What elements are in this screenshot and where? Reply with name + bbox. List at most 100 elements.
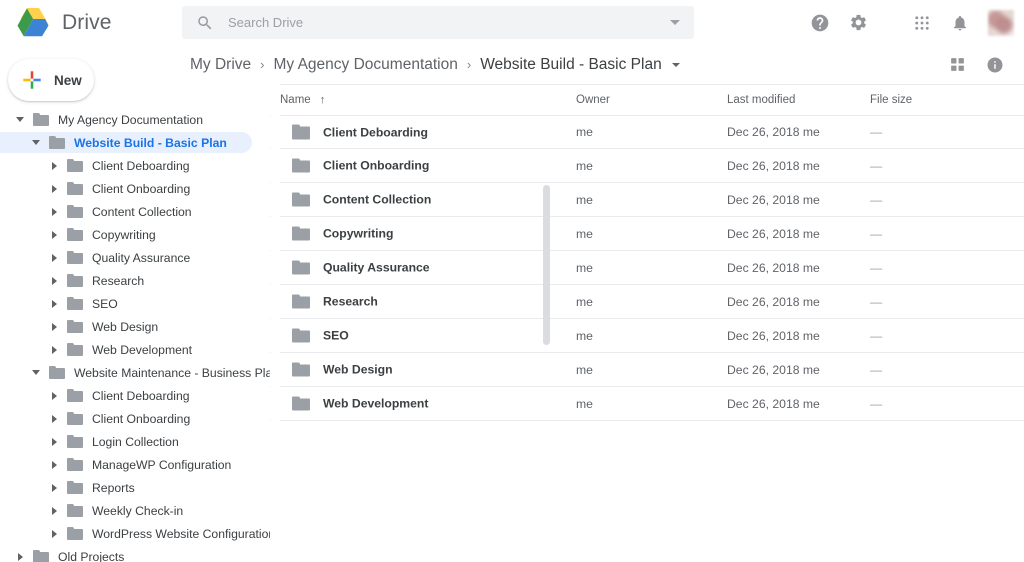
breadcrumb-item-my-agency-documentation[interactable]: My Agency Documentation	[273, 56, 457, 74]
sidebar-tree-item[interactable]: Web Development	[0, 338, 270, 361]
chevron-right-icon[interactable]	[48, 183, 60, 195]
file-row-owner: me	[576, 260, 593, 275]
file-list-panel: Name ↑ Owner Last modified File size Cli…	[270, 84, 1024, 562]
table-row[interactable]: Web Design me Dec 26, 2018 me —	[270, 353, 1024, 387]
avatar[interactable]	[988, 9, 1014, 36]
sidebar-tree-item[interactable]: My Agency Documentation	[0, 108, 270, 131]
chevron-right-icon[interactable]	[48, 505, 60, 517]
table-row[interactable]: Web Development me Dec 26, 2018 me —	[270, 387, 1024, 421]
folder-icon	[292, 124, 310, 140]
chevron-right-icon[interactable]	[48, 528, 60, 540]
sidebar-tree-item[interactable]: Quality Assurance	[0, 246, 270, 269]
file-list-scrollbar-track[interactable]	[271, 84, 550, 562]
sidebar-tree-item-label: Web Design	[92, 319, 159, 334]
search-bar[interactable]	[182, 6, 694, 39]
chevron-down-icon[interactable]	[30, 137, 42, 149]
chevron-right-icon[interactable]	[48, 390, 60, 402]
new-button[interactable]: New	[8, 59, 94, 101]
chevron-right-icon[interactable]	[48, 344, 60, 356]
sidebar-tree-item[interactable]: Weekly Check-in	[0, 499, 270, 522]
sidebar-tree-item[interactable]: ManageWP Configuration	[0, 453, 270, 476]
chevron-right-icon[interactable]	[48, 482, 60, 494]
breadcrumb-item-website-build-basic-plan[interactable]: Website Build - Basic Plan	[480, 56, 662, 74]
sidebar-tree-item[interactable]: Login Collection	[0, 430, 270, 453]
sidebar-tree-item[interactable]: Website Maintenance - Business Plan	[0, 361, 270, 384]
chevron-right-icon[interactable]	[48, 321, 60, 333]
chevron-right-icon[interactable]	[48, 459, 60, 471]
chevron-right-icon[interactable]	[48, 275, 60, 287]
sidebar-tree-item[interactable]: Old Projects	[0, 545, 270, 562]
file-row-name-label: Content Collection	[323, 192, 432, 207]
sidebar-tree-item[interactable]: Client Onboarding	[0, 407, 270, 430]
folder-icon	[292, 158, 310, 173]
gear-icon	[850, 14, 866, 31]
sidebar-tree-item[interactable]: Content Collection	[0, 200, 270, 223]
search-input[interactable]	[214, 15, 670, 30]
column-header-file-size[interactable]: File size	[870, 94, 912, 106]
table-row[interactable]: Copywriting me Dec 26, 2018 me —	[270, 217, 1024, 251]
sidebar-tree-item[interactable]: Copywriting	[0, 223, 270, 246]
help-icon	[811, 14, 829, 31]
sidebar-tree-item-label: Research	[92, 273, 145, 288]
chevron-down-icon[interactable]	[14, 114, 26, 126]
sidebar-tree-item-label: Copywriting	[92, 227, 156, 242]
column-header-name-label: Name	[280, 94, 311, 106]
file-row-file-size: —	[870, 362, 883, 377]
chevron-down-icon[interactable]	[30, 367, 42, 379]
file-row-name-cell: SEO	[292, 328, 349, 343]
table-row[interactable]: Client Deboarding me Dec 26, 2018 me —	[270, 115, 1024, 149]
file-list-scrollbar-thumb[interactable]	[543, 185, 550, 345]
settings-button[interactable]	[841, 6, 875, 40]
sidebar-tree-item[interactable]: Client Deboarding	[0, 384, 270, 407]
folder-icon	[67, 343, 83, 356]
sidebar-tree-item[interactable]: Reports	[0, 476, 270, 499]
file-row-file-size: —	[870, 192, 883, 207]
chevron-right-icon[interactable]	[48, 206, 60, 218]
notifications-button[interactable]	[943, 6, 977, 40]
file-row-name-cell: Client Deboarding	[292, 124, 428, 140]
sidebar-tree-item[interactable]: Client Onboarding	[0, 177, 270, 200]
column-header-owner[interactable]: Owner	[576, 94, 610, 106]
sidebar-tree-item[interactable]: Web Design	[0, 315, 270, 338]
table-row[interactable]: Research me Dec 26, 2018 me —	[270, 285, 1024, 319]
folder-icon	[67, 274, 83, 287]
folder-icon	[33, 550, 49, 562]
column-header-last-modified[interactable]: Last modified	[727, 94, 795, 106]
file-row-owner: me	[576, 362, 593, 377]
breadcrumb-separator: ›	[466, 57, 472, 72]
sidebar-tree-item-label: Client Onboarding	[92, 181, 191, 196]
chevron-right-icon[interactable]	[48, 413, 60, 425]
drive-logo	[17, 7, 49, 37]
table-row[interactable]: Quality Assurance me Dec 26, 2018 me —	[270, 251, 1024, 285]
file-row-last-modified: Dec 26, 2018 me	[727, 192, 820, 207]
chevron-right-icon[interactable]	[48, 229, 60, 241]
sidebar-tree-item[interactable]: WordPress Website Configuration	[0, 522, 270, 545]
chevron-right-icon[interactable]	[48, 252, 60, 264]
breadcrumb-item-my-drive[interactable]: My Drive	[190, 56, 251, 74]
folder-tree-sidebar[interactable]: My Agency Documentation Website Build - B…	[0, 108, 270, 562]
chevron-right-icon[interactable]	[48, 298, 60, 310]
breadcrumb-chevron-down-icon[interactable]	[671, 62, 680, 67]
chevron-right-icon[interactable]	[48, 436, 60, 448]
sidebar-tree-item-label: Reports	[92, 480, 135, 495]
chevron-right-icon[interactable]	[14, 551, 26, 562]
table-row[interactable]: SEO me Dec 26, 2018 me —	[270, 319, 1024, 353]
chevron-right-icon[interactable]	[48, 160, 60, 172]
sidebar-tree-item[interactable]: Research	[0, 269, 270, 292]
brand[interactable]: Drive	[0, 6, 180, 39]
app-name: Drive	[62, 10, 112, 34]
grid-view-button[interactable]	[940, 48, 974, 82]
table-row[interactable]: Content Collection me Dec 26, 2018 me —	[270, 183, 1024, 217]
sidebar-tree-item[interactable]: Client Deboarding	[0, 154, 270, 177]
file-row-owner: me	[576, 158, 593, 173]
table-row[interactable]: Client Onboarding me Dec 26, 2018 me —	[270, 149, 1024, 183]
sort-ascending-icon: ↑	[319, 94, 326, 106]
column-header-name[interactable]: Name ↑	[280, 94, 325, 106]
google-apps-button[interactable]	[905, 6, 939, 40]
sidebar-tree-item[interactable]: SEO	[0, 292, 270, 315]
details-button[interactable]	[978, 48, 1012, 82]
search-options-chevron-down-icon[interactable]	[670, 20, 680, 25]
sidebar-tree-item[interactable]: Website Build - Basic Plan	[0, 131, 270, 154]
file-row-file-size: —	[870, 226, 883, 241]
help-button[interactable]	[803, 6, 837, 40]
